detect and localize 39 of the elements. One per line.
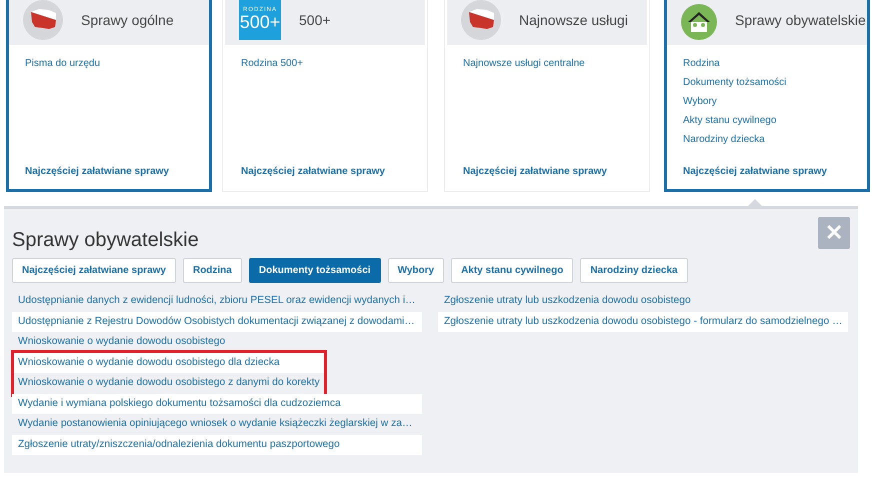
service-link[interactable]: Zgłoszenie utraty/zniszczenia/odnalezienia dokumentu paszportowego bbox=[12, 434, 422, 455]
service-link[interactable]: Udostępnianie danych z ewidencji ludności, zbioru PESEL oraz ewidencji wydanych i… bbox=[12, 291, 422, 312]
poland-map-icon bbox=[461, 0, 501, 40]
frequent-matters-link[interactable]: Najczęściej załatwiane sprawy bbox=[241, 166, 385, 177]
panel-title: Sprawy obywatelskie bbox=[12, 229, 199, 252]
category-link[interactable]: Narodziny dziecka bbox=[683, 130, 765, 149]
service-link[interactable]: Wydanie postanowienia opiniującego wniosek o wydanie książeczki żeglarskiej w za… bbox=[12, 414, 422, 434]
service-link[interactable]: Zgłoszenie utraty lub uszkodzenia dowodu osobistego - formularz do samodzielnego … bbox=[438, 312, 848, 332]
category-tab[interactable]: Rodzina bbox=[182, 258, 242, 283]
service-link[interactable]: Wydanie i wymiana polskiego dokumentu tożsamości dla cudzoziemca bbox=[12, 394, 422, 414]
card-title: Sprawy obywatelskie bbox=[735, 12, 866, 28]
poland-map-icon bbox=[23, 0, 63, 40]
service-link[interactable]: Wnioskowanie o wydanie dowodu osobistego bbox=[12, 332, 422, 352]
category-link[interactable]: Rodzina bbox=[683, 54, 720, 73]
card-title: Najnowsze usługi bbox=[519, 12, 628, 28]
category-tab[interactable]: Najczęściej załatwiane sprawy bbox=[12, 258, 176, 283]
category-link[interactable]: Rodzina 500+ bbox=[241, 54, 303, 73]
frequent-matters-link[interactable]: Najczęściej załatwiane sprawy bbox=[25, 166, 169, 177]
service-link[interactable]: Udostępnianie z Rejestru Dowodów Osobistych dokumentacji związanej z dowodami… bbox=[12, 312, 422, 332]
service-link[interactable]: Wnioskowanie o wydanie dowodu osobistego dla dziecka bbox=[14, 352, 324, 373]
card-title: Sprawy ogólne bbox=[81, 12, 174, 28]
category-tab[interactable]: Akty stanu cywilnego bbox=[451, 258, 574, 283]
frequent-matters-link[interactable]: Najczęściej załatwiane sprawy bbox=[463, 166, 607, 177]
category-link[interactable]: Pisma do urzędu bbox=[25, 54, 100, 73]
service-link[interactable]: Zgłoszenie utraty lub uszkodzenia dowodu osobistego bbox=[438, 291, 848, 312]
category-link[interactable]: Dokumenty tożsamości bbox=[683, 73, 786, 92]
category-link[interactable]: Najnowsze usługi centralne bbox=[463, 54, 585, 73]
category-link[interactable]: Wybory bbox=[683, 92, 717, 111]
category-tab[interactable]: Narodziny dziecka bbox=[580, 258, 688, 283]
house-family-icon bbox=[681, 4, 717, 40]
category-card[interactable]: Najnowsze usługi Najnowsze usługi centralne Najczęściej załatwiane sprawy bbox=[444, 0, 650, 192]
category-card[interactable]: Sprawy ogólne Pisma do urzędu Najczęściej załatwiane sprawy bbox=[6, 0, 212, 192]
category-tab[interactable]: Wybory bbox=[388, 258, 444, 283]
category-link[interactable]: Akty stanu cywilnego bbox=[683, 111, 776, 130]
card-title: 500+ bbox=[299, 12, 331, 28]
category-tab[interactable]: Dokumenty tożsamości bbox=[248, 258, 381, 283]
frequent-matters-link[interactable]: Najczęściej załatwiane sprawy bbox=[683, 166, 827, 177]
service-link[interactable]: Wnioskowanie o wydanie dowodu osobistego z danymi do korekty bbox=[14, 373, 324, 394]
category-card[interactable]: Sprawy obywatelskie Rodzina Dokumenty tożsamości Wybory Akty stanu cywilnego Narodziny dziecka Najczęściej załatwiane sprawy bbox=[664, 0, 870, 192]
